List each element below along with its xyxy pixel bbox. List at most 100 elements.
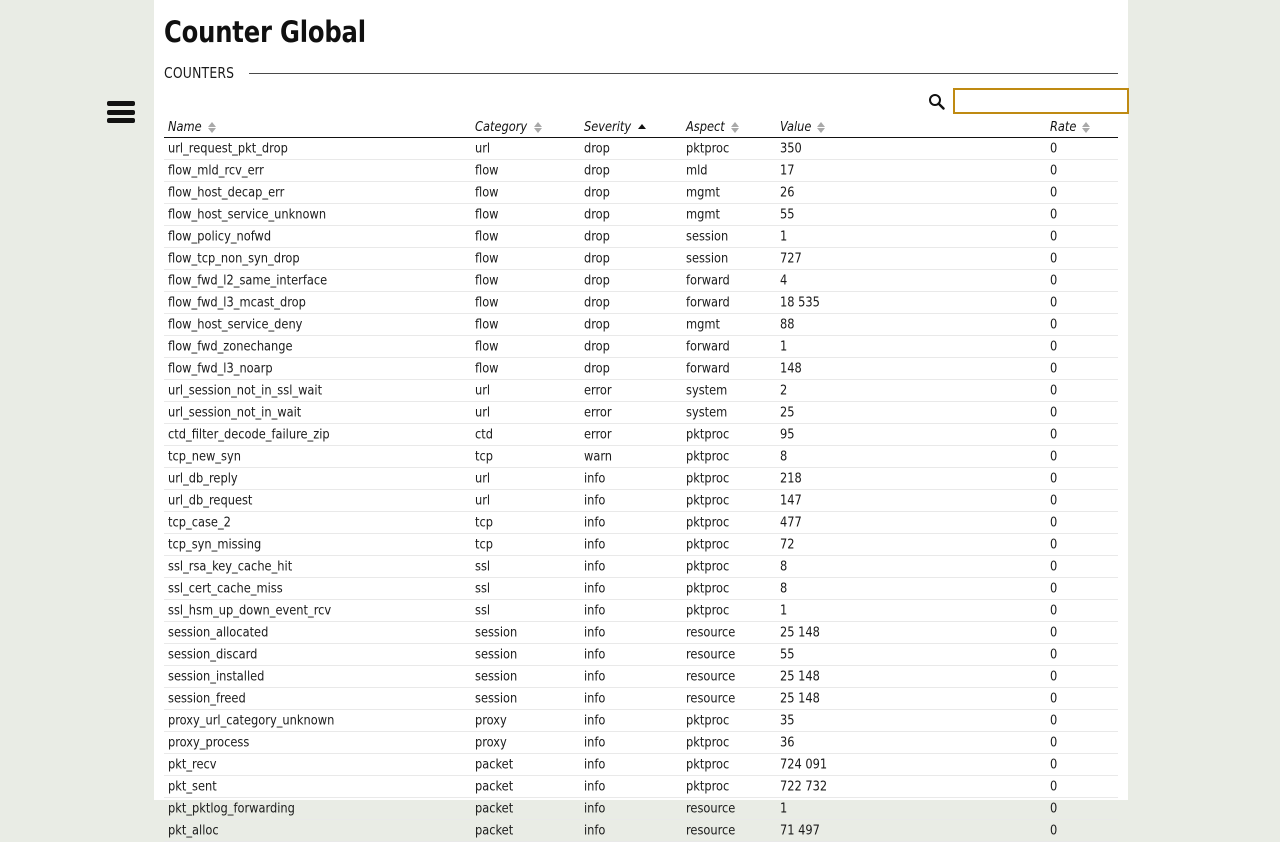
cell-category: flow (475, 183, 499, 200)
table-row[interactable]: pkt_recv packet info pktproc 724 091 0 (164, 754, 1118, 776)
column-header-aspect[interactable]: Aspect (686, 119, 740, 135)
cell-rate: 0 (1050, 491, 1058, 508)
cell-rate: 0 (1050, 711, 1058, 728)
cell-severity: info (584, 469, 606, 486)
table-row[interactable]: pkt_alloc packet info resource 71 497 0 (164, 820, 1118, 842)
cell-category: flow (475, 227, 499, 244)
cell-severity: info (584, 645, 606, 662)
table-row[interactable]: tcp_syn_missing tcp info pktproc 72 0 (164, 534, 1118, 556)
cell-name: session_freed (168, 689, 246, 706)
sort-toggle-icon[interactable] (1082, 121, 1091, 134)
table-row[interactable]: flow_fwd_l3_noarp flow drop forward 148 0 (164, 358, 1118, 380)
table-row[interactable]: flow_policy_nofwd flow drop session 1 0 (164, 226, 1118, 248)
section-title: COUNTERS (164, 64, 235, 82)
table-header-row: Name Category Severity Aspect Value Rate (164, 116, 1118, 138)
column-header-severity[interactable]: Severity (584, 119, 647, 135)
search-area (928, 88, 1129, 114)
column-header-label: Rate (1050, 119, 1077, 135)
cell-severity: drop (584, 271, 610, 288)
table-row[interactable]: ssl_cert_cache_miss ssl info pktproc 8 0 (164, 578, 1118, 600)
sort-toggle-icon[interactable] (207, 121, 217, 134)
cell-severity: info (584, 777, 606, 794)
cell-severity: drop (584, 315, 610, 332)
cell-category: ssl (475, 579, 491, 596)
cell-rate: 0 (1050, 359, 1058, 376)
cell-name: pkt_recv (168, 755, 217, 772)
column-header-rate[interactable]: Rate (1050, 119, 1091, 135)
table-row[interactable]: url_request_pkt_drop url drop pktproc 350 0 (164, 138, 1118, 160)
cell-aspect: pktproc (686, 755, 730, 772)
table-row[interactable]: flow_mld_rcv_err flow drop mld 17 0 (164, 160, 1118, 182)
column-header-category[interactable]: Category (475, 119, 543, 135)
column-header-label: Severity (584, 119, 632, 135)
table-row[interactable]: flow_host_service_deny flow drop mgmt 88 0 (164, 314, 1118, 336)
cell-severity: error (584, 381, 612, 398)
cell-value: 25 148 (780, 623, 820, 640)
table-row[interactable]: pkt_sent packet info pktproc 722 732 0 (164, 776, 1118, 798)
cell-name: pkt_alloc (168, 821, 219, 838)
cell-severity: error (584, 403, 612, 420)
cell-aspect: resource (686, 623, 736, 640)
table-row[interactable]: ctd_filter_decode_failure_zip ctd error pkt… (164, 424, 1118, 446)
table-row[interactable]: url_db_request url info pktproc 147 0 (164, 490, 1118, 512)
cell-name: pkt_pktlog_forwarding (168, 799, 295, 816)
table-row[interactable]: flow_host_service_unknown flow drop mgmt 55 0 (164, 204, 1118, 226)
hamburger-menu-icon[interactable] (107, 101, 135, 123)
cell-name: pkt_sent (168, 777, 217, 794)
cell-name: session_allocated (168, 623, 269, 640)
cell-rate: 0 (1050, 161, 1058, 178)
cell-aspect: forward (686, 359, 730, 376)
table-row[interactable]: ssl_hsm_up_down_event_rcv ssl info pktproc 1… (164, 600, 1118, 622)
table-row[interactable]: url_session_not_in_ssl_wait url error syste… (164, 380, 1118, 402)
cell-aspect: pktproc (686, 469, 730, 486)
cell-rate: 0 (1050, 513, 1058, 530)
cell-rate: 0 (1050, 645, 1058, 662)
cell-name: proxy_process (168, 733, 250, 750)
column-header-value[interactable]: Value (780, 119, 826, 135)
table-row[interactable]: flow_fwd_zonechange flow drop forward 1 0 (164, 336, 1118, 358)
table-row[interactable]: flow_tcp_non_syn_drop flow drop session 727 0 (164, 248, 1118, 270)
sort-toggle-icon[interactable] (817, 121, 826, 134)
cell-aspect: resource (686, 645, 736, 662)
cell-rate: 0 (1050, 183, 1058, 200)
cell-severity: drop (584, 227, 610, 244)
cell-category: ssl (475, 601, 491, 618)
search-input[interactable] (953, 88, 1129, 114)
sort-ascending-icon[interactable] (638, 121, 647, 134)
table-row[interactable]: session_installed session info resource 25 1… (164, 666, 1118, 688)
cell-value: 4 (780, 271, 788, 288)
table-row[interactable]: url_session_not_in_wait url error system 25 0 (164, 402, 1118, 424)
table-row[interactable]: tcp_new_syn tcp warn pktproc 8 0 (164, 446, 1118, 468)
cell-category: session (475, 623, 518, 640)
table-row[interactable]: pkt_pktlog_forwarding packet info resource 1… (164, 798, 1118, 820)
cell-aspect: system (686, 403, 728, 420)
table-row[interactable]: session_discard session info resource 55 0 (164, 644, 1118, 666)
cell-name: flow_host_decap_err (168, 183, 285, 200)
cell-rate: 0 (1050, 139, 1058, 156)
cell-category: session (475, 667, 518, 684)
column-header-name[interactable]: Name (168, 119, 217, 135)
cell-category: flow (475, 359, 499, 376)
section-header: COUNTERS (164, 64, 1118, 82)
table-row[interactable]: session_allocated session info resource 25 1… (164, 622, 1118, 644)
table-row[interactable]: proxy_process proxy info pktproc 36 0 (164, 732, 1118, 754)
cell-category: ctd (475, 425, 494, 442)
cell-severity: info (584, 513, 606, 530)
sort-toggle-icon[interactable] (534, 121, 543, 134)
cell-aspect: session (686, 249, 729, 266)
table-row[interactable]: flow_fwd_l2_same_interface flow drop forwar… (164, 270, 1118, 292)
table-row[interactable]: tcp_case_2 tcp info pktproc 477 0 (164, 512, 1118, 534)
table-row[interactable]: flow_fwd_l3_mcast_drop flow drop forward 18 … (164, 292, 1118, 314)
hamburger-bar (107, 118, 135, 123)
cell-aspect: mld (686, 161, 708, 178)
column-header-label: Value (780, 119, 812, 135)
table-row[interactable]: flow_host_decap_err flow drop mgmt 26 0 (164, 182, 1118, 204)
cell-category: flow (475, 249, 499, 266)
table-row[interactable]: session_freed session info resource 25 148 0 (164, 688, 1118, 710)
cell-severity: info (584, 491, 606, 508)
table-row[interactable]: proxy_url_category_unknown proxy info pktpr… (164, 710, 1118, 732)
table-row[interactable]: ssl_rsa_key_cache_hit ssl info pktproc 8 0 (164, 556, 1118, 578)
cell-rate: 0 (1050, 469, 1058, 486)
sort-toggle-icon[interactable] (731, 121, 740, 134)
table-row[interactable]: url_db_reply url info pktproc 218 0 (164, 468, 1118, 490)
